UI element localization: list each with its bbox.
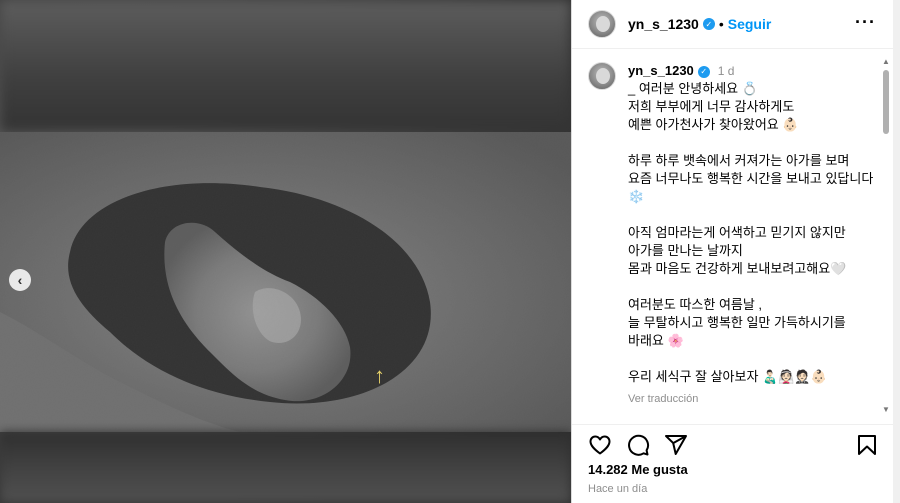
share-icon — [665, 435, 687, 455]
caption-line: 아직 엄마라는게 어색하고 믿기지 않지만 — [628, 225, 846, 240]
caption-line: 여러분도 따스한 여름날 , — [628, 297, 763, 312]
like-button[interactable] — [588, 433, 612, 457]
heart-icon — [589, 435, 611, 455]
scrollbar-thumb[interactable] — [883, 70, 889, 134]
caption-line: 몸과 마음도 건강하게 보내보려고해요🤍 — [628, 261, 847, 276]
caption-avatar[interactable] — [588, 62, 616, 90]
marker-arrow: ↑ — [374, 363, 385, 388]
post-media: ↑ ‹ — [0, 0, 571, 503]
caption-line: 아가를 만나는 날까지 — [628, 243, 743, 258]
save-button[interactable] — [855, 433, 879, 457]
bookmark-icon — [858, 435, 876, 455]
separator-dot: • — [718, 16, 724, 32]
caption-username[interactable]: yn_s_1230 — [628, 63, 694, 78]
share-button[interactable] — [664, 433, 688, 457]
comment-button[interactable] — [626, 433, 650, 457]
action-bar — [572, 424, 894, 460]
post-sidebar: yn_s_1230 ✓ • Seguir ··· yn_s_1230 ✓ 1 d _… — [571, 0, 894, 503]
comment-icon — [628, 434, 650, 456]
post-header: yn_s_1230 ✓ • Seguir ··· — [572, 0, 894, 49]
scroll-up-arrow-icon[interactable]: ▲ — [882, 58, 890, 66]
ultrasound-image — [0, 132, 571, 432]
caption-line: _ 여러분 안녕하세요 💍 — [628, 81, 758, 96]
caption-line: 요즘 너무나도 행복한 시간을 보내고 있답니다 ❄️ — [628, 171, 877, 204]
see-translation-link[interactable]: Ver traducción — [628, 390, 874, 408]
author-username[interactable]: yn_s_1230 — [628, 16, 699, 32]
post-age[interactable]: Hace un día — [588, 483, 647, 495]
media-blur-bottom — [0, 432, 571, 503]
caption-line: 우리 세식구 잘 살아보자 👨🏻‍🍼👰🏻🤵🏻👶🏻 — [628, 369, 827, 384]
author-avatar[interactable] — [588, 10, 616, 38]
chevron-left-icon: ‹ — [17, 272, 23, 288]
likes-count[interactable]: 14.282 Me gusta — [588, 462, 688, 477]
media-blur-top — [0, 0, 571, 132]
follow-button[interactable]: Seguir — [728, 16, 772, 32]
caption-container: yn_s_1230 ✓ 1 d _ 여러분 안녕하세요 💍 저희 부부에게 너무 감… — [572, 56, 882, 416]
caption-scrollbar[interactable]: ▲ ▼ — [880, 56, 892, 416]
more-options-icon[interactable]: ··· — [855, 12, 876, 33]
verified-badge-icon: ✓ — [702, 18, 715, 30]
carousel-prev-button[interactable]: ‹ — [9, 269, 31, 291]
caption-line: 예쁜 아가천사가 찾아왔어요 👶🏻 — [628, 117, 799, 132]
caption-line: 늘 무탈하시고 행복한 일만 가득하시기를 바래요 🌸 — [628, 315, 850, 348]
caption-timestamp[interactable]: 1 d — [718, 64, 735, 78]
caption-line: 하루 하루 뱃속에서 커져가는 아가를 보며 — [628, 153, 850, 168]
scroll-down-arrow-icon[interactable]: ▼ — [882, 406, 890, 414]
window-edge — [893, 0, 900, 503]
caption-line: 저희 부부에게 너무 감사하게도 — [628, 99, 795, 114]
caption-text: yn_s_1230 ✓ 1 d _ 여러분 안녕하세요 💍 저희 부부에게 너무 감… — [628, 62, 874, 408]
verified-badge-icon: ✓ — [697, 65, 710, 78]
